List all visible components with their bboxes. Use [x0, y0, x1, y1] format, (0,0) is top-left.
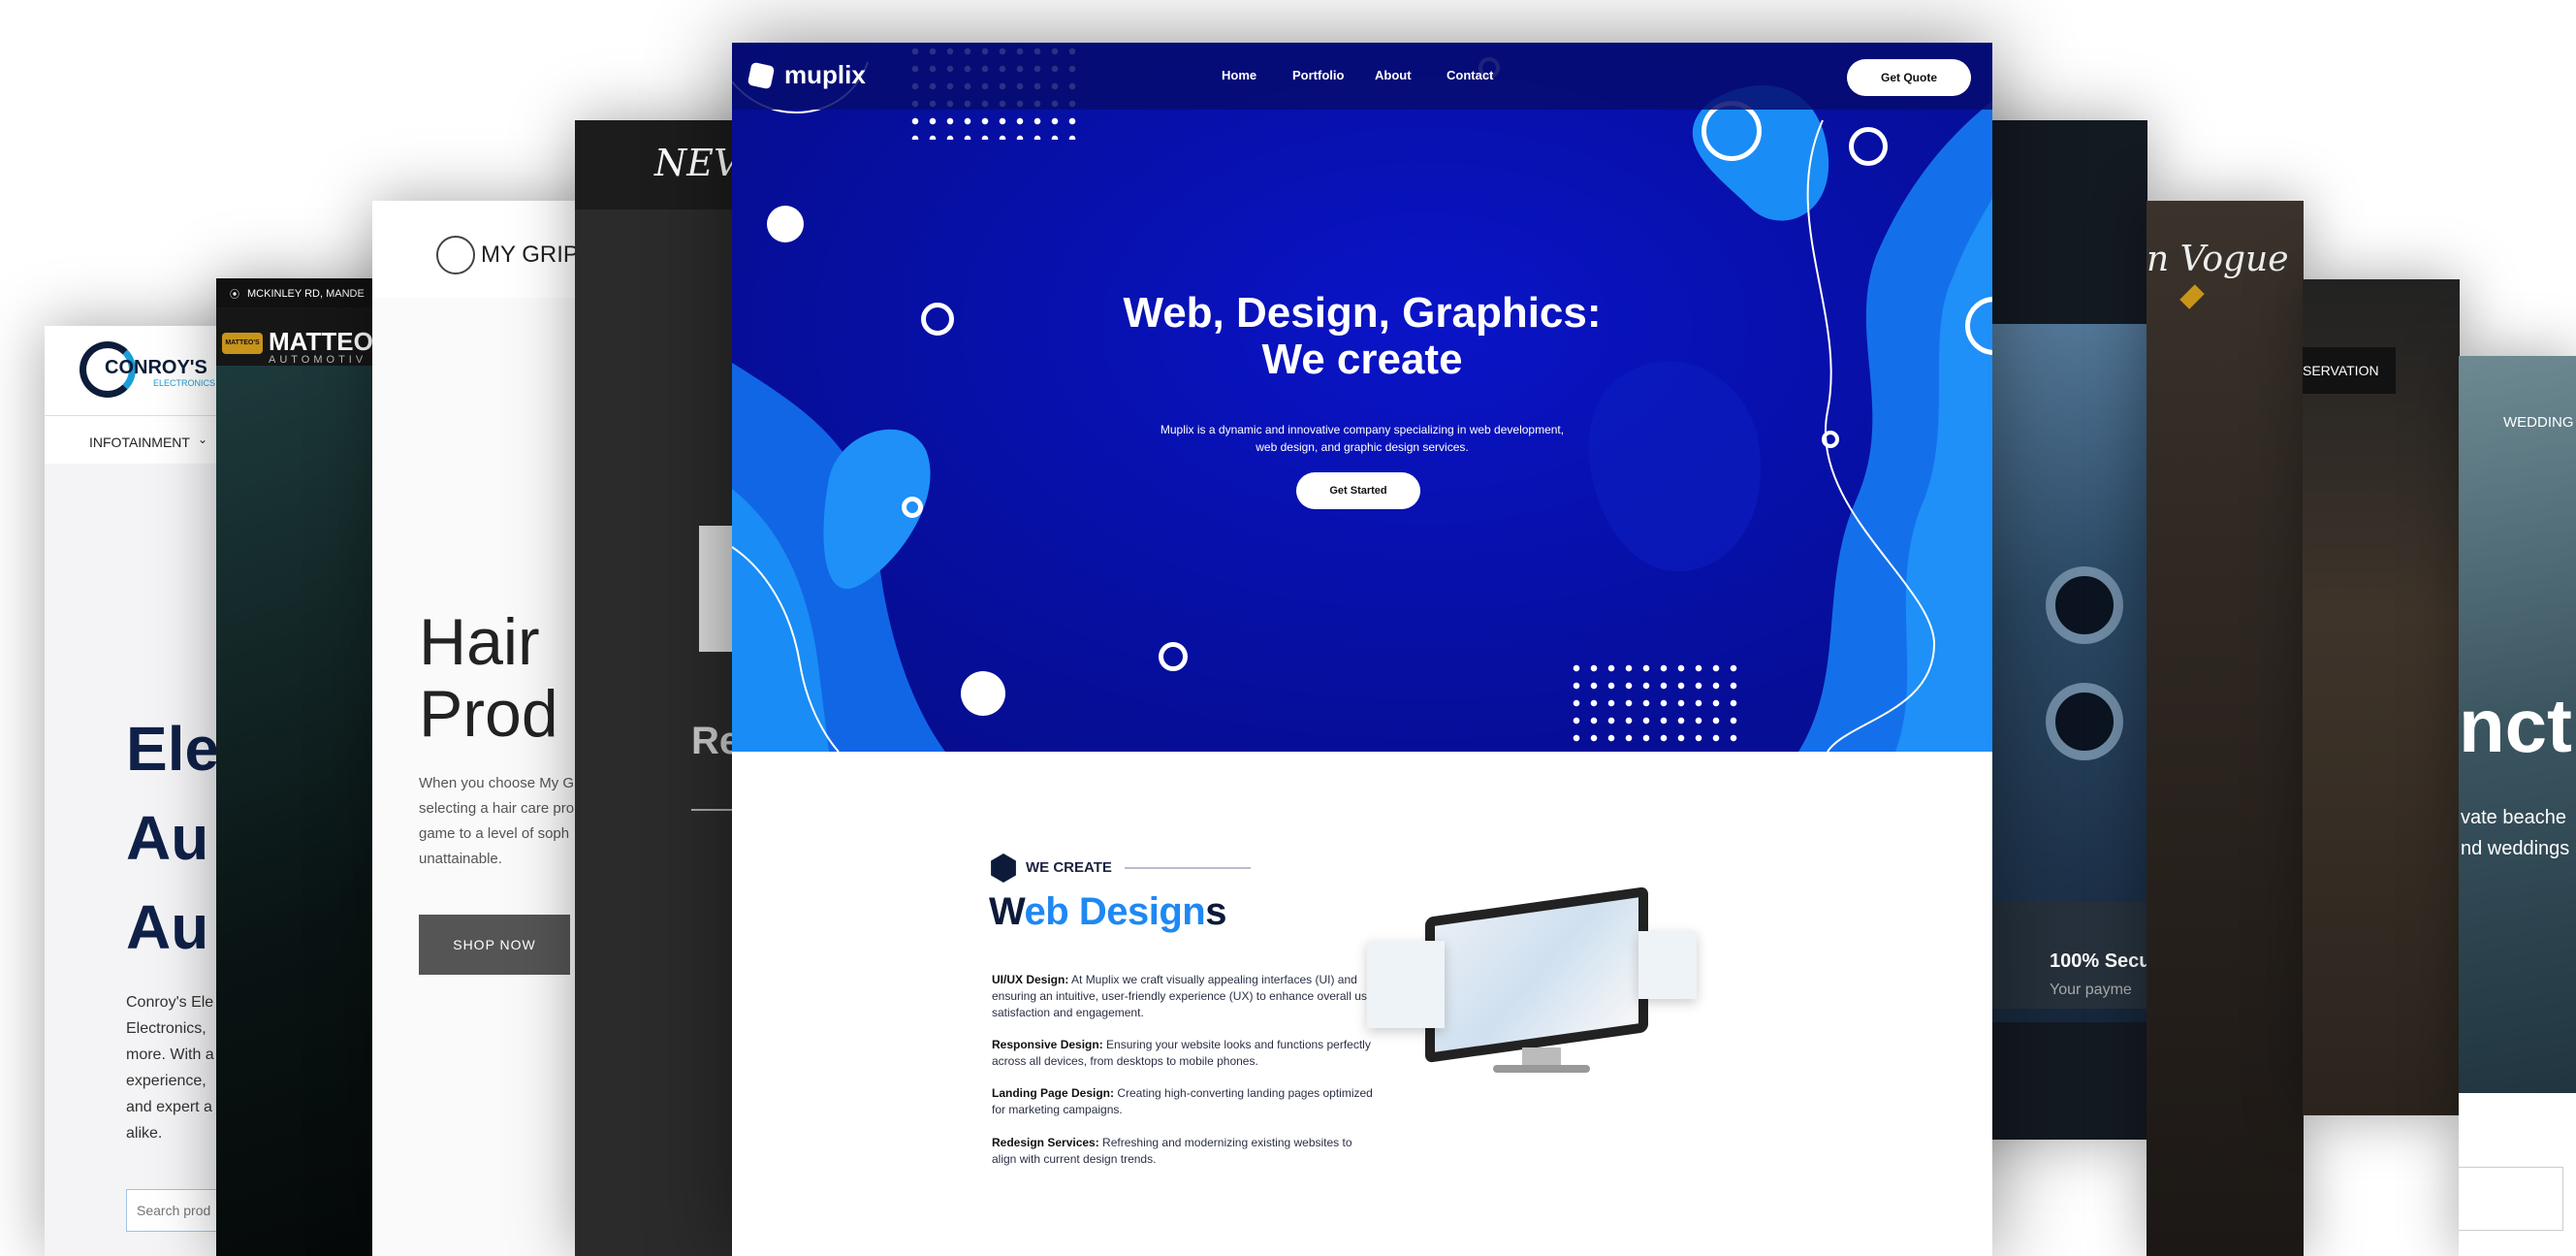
vogue-logo: n Vogue [2147, 240, 2289, 279]
body-line: alike. [126, 1125, 163, 1142]
body-line: more. With a [126, 1047, 214, 1063]
portfolio-collage: CONROY'S ELECTRONICS INFOTAINMENT ⌄ Ele … [0, 0, 2576, 1256]
matteos-brand-sub: AUTOMOTIV [269, 354, 367, 366]
security-title: 100% Secu [2050, 950, 2147, 972]
feature-redesign: Redesign Services: Refreshing and modern… [992, 1135, 1380, 1168]
mygrip-logo: MY GRIP [481, 242, 579, 268]
hero-title-line: Web, Design, Graphics: [1123, 289, 1602, 337]
muplix-navbar [732, 43, 1992, 110]
circle-decoration [1159, 642, 1188, 671]
monitor-mockup [1367, 886, 1697, 1086]
conroys-logo-sub: ELECTRONICS [153, 378, 216, 388]
feature-title: Landing Page Design: [992, 1086, 1115, 1100]
camera-lens-icon [2046, 683, 2123, 760]
map-pin-icon: ⦿ [230, 290, 239, 301]
circle-decoration [1822, 431, 1839, 448]
feature-title: UI/UX Design: [992, 973, 1069, 986]
reservation-hero-image [2303, 279, 2460, 1115]
headline-line: Au [126, 892, 209, 962]
matteos-badge: MATTEO'S [222, 333, 263, 354]
reservation-site-card: SERVATION [2303, 279, 2460, 1115]
conroys-logo-text: CONROY'S [105, 357, 207, 378]
headline-line: Prod [419, 677, 558, 751]
section-title: Web Designs [989, 890, 1226, 934]
wedding-headline: nct [2459, 683, 2572, 768]
wedding-nav[interactable]: WEDDING [2503, 414, 2574, 431]
circle-decoration [902, 497, 923, 518]
shop-now-button[interactable]: SHOP NOW [419, 915, 570, 975]
body-line: When you choose My Gr [419, 775, 580, 791]
matteos-address: MCKINLEY RD, MANDE [247, 288, 365, 300]
hero-subtitle: Muplix is a dynamic and innovative compa… [1062, 421, 1663, 456]
matteos-brand: MATTEO [269, 327, 373, 356]
monitor-base [1493, 1065, 1590, 1073]
hero-subtitle-line: Muplix is a dynamic and innovative compa… [1160, 423, 1565, 436]
puzzle-logo-icon [747, 61, 776, 90]
floating-page-card [1638, 931, 1697, 999]
circle-decoration [1701, 101, 1762, 161]
security-subtitle: Your payme [2050, 982, 2132, 998]
nav-contact[interactable]: Contact [1447, 68, 1493, 82]
conroys-headline: Ele Au Au [126, 704, 219, 972]
wedding-site-card: WEDDING nct vate beache nd weddings [2459, 356, 2576, 1256]
dot-decoration [961, 671, 1005, 716]
circle-decoration [921, 303, 954, 336]
feature-responsive: Responsive Design: Ensuring your website… [992, 1037, 1380, 1070]
feature-title: Redesign Services: [992, 1136, 1099, 1149]
body-line: selecting a hair care pro [419, 800, 575, 817]
wedding-body: vate beache nd weddings [2461, 802, 2569, 864]
body-line: game to a level of soph [419, 825, 570, 842]
mygrip-logo-icon [436, 236, 475, 274]
section-label: WE CREATE [1026, 859, 1112, 876]
camera-lens-icon [2046, 566, 2123, 644]
body-line: Conroy's Ele [126, 994, 214, 1011]
hero-title-line: We create [1261, 336, 1463, 383]
feature-ux: UI/UX Design: At Muplix we craft visuall… [992, 972, 1380, 1021]
dot-decoration [767, 206, 804, 242]
muplix-logo[interactable]: muplix [784, 60, 866, 90]
title-part-accent: eb Design [1024, 890, 1206, 933]
wedding-input[interactable] [2459, 1167, 2563, 1231]
headline-line: Au [126, 803, 209, 873]
section-label-line [1125, 867, 1251, 869]
title-part: s [1205, 890, 1226, 933]
vogue-hero-image [2147, 201, 2304, 1256]
floating-page-card [1367, 941, 1445, 1028]
reservation-button[interactable]: SERVATION [2303, 347, 2396, 394]
feature-title: Responsive Design: [992, 1038, 1103, 1051]
monitor-stand [1522, 1047, 1561, 1067]
body-line: nd weddings [2461, 838, 2570, 859]
hero-background-shapes [732, 61, 1992, 752]
get-started-button[interactable]: Get Started [1296, 472, 1420, 509]
hero-title: Web, Design, Graphics: We create [974, 290, 1750, 383]
chevron-down-icon: ⌄ [198, 433, 208, 446]
body-line: vate beache [2461, 807, 2566, 828]
body-line: Electronics, [126, 1020, 207, 1037]
vogue-site-card: n Vogue [2147, 201, 2304, 1256]
nev-logo: NEV [654, 142, 741, 184]
mygrip-headline: Hair Prod [419, 606, 558, 750]
muplix-hero: muplix Home Portfolio About Contact Get … [732, 43, 1992, 752]
nav-home[interactable]: Home [1222, 68, 1256, 82]
mygrip-body: When you choose My Gr selecting a hair c… [419, 771, 579, 872]
muplix-site-card: muplix Home Portfolio About Contact Get … [732, 43, 1992, 1256]
nav-portfolio[interactable]: Portfolio [1292, 68, 1344, 82]
body-line: experience, [126, 1073, 207, 1089]
dot-grid-decoration [1568, 660, 1742, 752]
feature-landing: Landing Page Design: Creating high-conve… [992, 1085, 1380, 1118]
body-line: unattainable. [419, 851, 502, 867]
headline-line: Hair [419, 605, 540, 679]
conroys-nav-infotainment[interactable]: INFOTAINMENT [89, 435, 190, 450]
conroys-body: Conroy's Ele Electronics, more. With a e… [126, 989, 214, 1146]
title-part: W [989, 890, 1025, 933]
body-line: and expert a [126, 1099, 212, 1115]
nav-about[interactable]: About [1375, 68, 1412, 82]
headline-line: Ele [126, 714, 220, 784]
get-quote-button[interactable]: Get Quote [1847, 59, 1971, 96]
circle-decoration [1849, 127, 1888, 166]
hero-subtitle-line: web design, and graphic design services. [1256, 440, 1469, 454]
